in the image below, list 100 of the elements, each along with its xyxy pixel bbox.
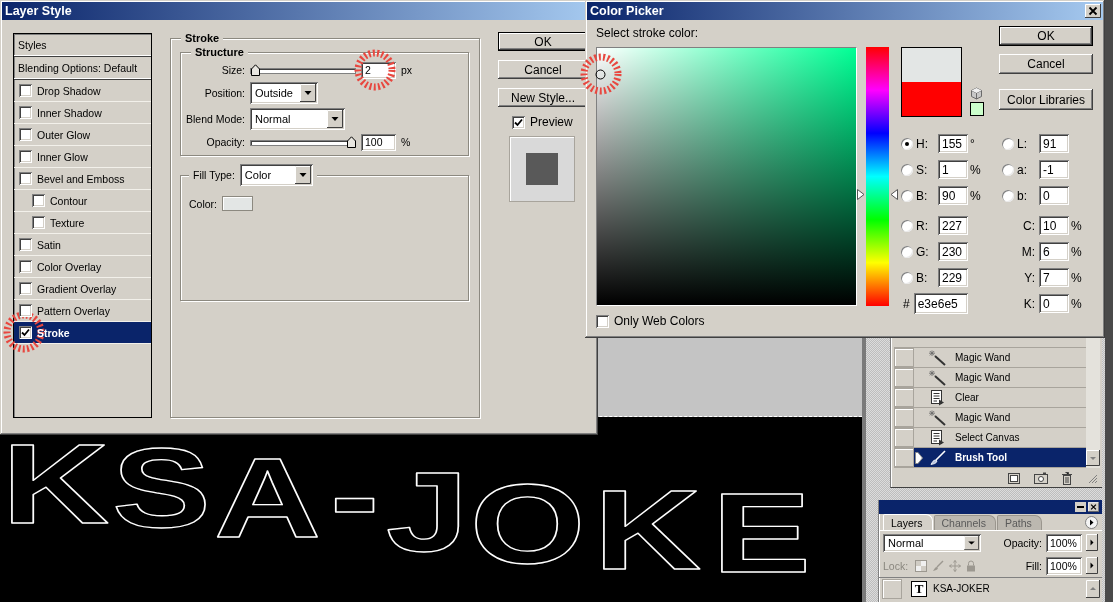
value-field[interactable]: 155 [938, 134, 968, 153]
panel-menu-icon[interactable] [1085, 516, 1098, 529]
checkbox[interactable] [596, 314, 609, 328]
radio-button[interactable] [901, 245, 913, 258]
checkbox[interactable] [19, 172, 32, 185]
effect-list-item[interactable]: Texture [14, 212, 151, 234]
radio-button[interactable] [901, 163, 913, 176]
swatch-icon[interactable] [970, 102, 984, 116]
checkbox[interactable] [19, 84, 32, 97]
opacity-field[interactable]: 100% [1046, 533, 1082, 552]
checkbox[interactable] [19, 260, 32, 273]
value-field[interactable]: 6 [1039, 242, 1069, 261]
checkbox[interactable] [19, 150, 32, 163]
size-slider[interactable] [250, 64, 356, 76]
dialog-button[interactable]: OK [999, 26, 1093, 46]
history-item[interactable]: Magic Wand [914, 408, 1086, 427]
scroll-down-icon[interactable] [1086, 450, 1100, 466]
camera-icon[interactable] [1034, 472, 1048, 484]
value-field[interactable]: 91 [1039, 134, 1069, 153]
checkbox[interactable] [19, 238, 32, 251]
scrollbar[interactable] [1086, 338, 1100, 468]
checkbox[interactable] [19, 326, 32, 339]
resize-grip-icon[interactable] [1086, 472, 1098, 484]
dialog-button[interactable]: OK [498, 32, 588, 51]
close-icon[interactable] [1085, 4, 1101, 18]
right-arrow-icon[interactable] [1086, 557, 1098, 574]
current-color-swatch[interactable] [901, 82, 962, 117]
checkbox[interactable] [32, 194, 45, 207]
checkbox[interactable] [19, 106, 32, 119]
value-field[interactable]: 7 [1039, 268, 1069, 287]
checkerboard-icon[interactable] [915, 559, 928, 572]
fill-field[interactable]: 100% [1046, 556, 1082, 575]
value-field[interactable]: 10 [1039, 216, 1069, 235]
opacity-field[interactable]: 100 [361, 133, 396, 151]
dialog-button[interactable]: New Style... [498, 88, 588, 107]
hue-slider[interactable] [857, 47, 898, 306]
effect-list-item[interactable]: Drop Shadow [14, 80, 151, 102]
history-item[interactable]: Brush Tool [914, 448, 1086, 467]
dialog-button[interactable]: Cancel [498, 60, 588, 79]
hue-slider-thumb[interactable] [857, 189, 898, 201]
effect-list-item[interactable]: Inner Shadow [14, 102, 151, 124]
effect-list-item[interactable]: Stroke [14, 322, 151, 344]
dropdown-arrow-icon[interactable] [964, 535, 979, 550]
value-field[interactable]: 0 [1039, 294, 1069, 313]
effect-list-item[interactable]: Color Overlay [14, 256, 151, 278]
trash-icon[interactable] [1062, 471, 1072, 485]
effect-list-item[interactable]: Gradient Overlay [14, 278, 151, 300]
checkbox[interactable] [19, 304, 32, 317]
right-arrow-icon[interactable] [1086, 534, 1098, 551]
dropdown-arrow-icon[interactable] [327, 110, 343, 128]
dropdown-arrow-icon[interactable] [300, 84, 316, 102]
styles-list-item[interactable]: Blending Options: Default [14, 57, 151, 80]
selection-circle-icon[interactable] [594, 68, 606, 80]
value-field[interactable]: 1 [938, 160, 968, 179]
radio-button[interactable] [1002, 189, 1014, 202]
blend-mode-dropdown[interactable]: Normal [883, 533, 981, 552]
cube-icon[interactable] [970, 87, 983, 100]
dropdown-arrow-icon[interactable] [294, 166, 311, 184]
radio-button[interactable] [901, 219, 913, 232]
panel-tab[interactable]: Paths [996, 515, 1042, 530]
effect-list-item[interactable]: Satin [14, 234, 151, 256]
radio-button[interactable] [901, 271, 913, 284]
checkbox[interactable] [32, 216, 45, 229]
value-field[interactable]: 90 [938, 186, 968, 205]
opacity-slider[interactable] [250, 136, 356, 148]
scroll-up-icon[interactable] [1086, 579, 1100, 598]
effect-list-item[interactable]: Inner Glow [14, 146, 151, 168]
radio-button[interactable] [901, 189, 913, 202]
value-field[interactable]: 227 [938, 216, 968, 235]
close-icon[interactable] [1088, 502, 1099, 512]
panel-tab[interactable]: Layers [883, 514, 933, 530]
checkbox[interactable] [19, 282, 32, 295]
value-field[interactable]: -1 [1039, 160, 1069, 179]
value-field[interactable]: 229 [938, 268, 968, 287]
radio-button[interactable] [1002, 137, 1014, 150]
history-item[interactable]: Magic Wand [914, 348, 1086, 367]
slider-thumb[interactable] [347, 136, 356, 148]
value-field[interactable]: 0 [1039, 186, 1069, 205]
new-document-icon[interactable] [1008, 472, 1020, 484]
dialog-button[interactable]: Cancel [999, 54, 1093, 74]
history-item[interactable]: Select Canvas [914, 428, 1086, 447]
layer-name[interactable]: KSA-JOKER [933, 583, 990, 594]
value-field[interactable]: 230 [938, 242, 968, 261]
slider-thumb[interactable] [250, 64, 260, 76]
color-field[interactable] [596, 47, 857, 306]
blend-mode-dropdown[interactable]: Normal [250, 108, 345, 130]
hex-field[interactable]: e3e6e5 [913, 293, 968, 314]
styles-list-item[interactable]: Styles [14, 34, 151, 57]
history-item[interactable]: Magic Wand [914, 368, 1086, 387]
position-dropdown[interactable]: Outside [250, 82, 318, 104]
checkbox[interactable] [19, 128, 32, 141]
color-swatch[interactable] [222, 196, 253, 211]
dialog-button[interactable]: Color Libraries [999, 89, 1093, 110]
minimize-icon[interactable] [1075, 502, 1086, 512]
effect-list-item[interactable]: Bevel and Emboss [14, 168, 151, 190]
fill-type-dropdown[interactable]: Color [239, 164, 313, 186]
radio-button[interactable] [901, 137, 913, 150]
effect-list-item[interactable]: Outer Glow [14, 124, 151, 146]
history-item[interactable]: Clear [914, 388, 1086, 407]
panel-tab[interactable]: Channels [933, 515, 996, 530]
